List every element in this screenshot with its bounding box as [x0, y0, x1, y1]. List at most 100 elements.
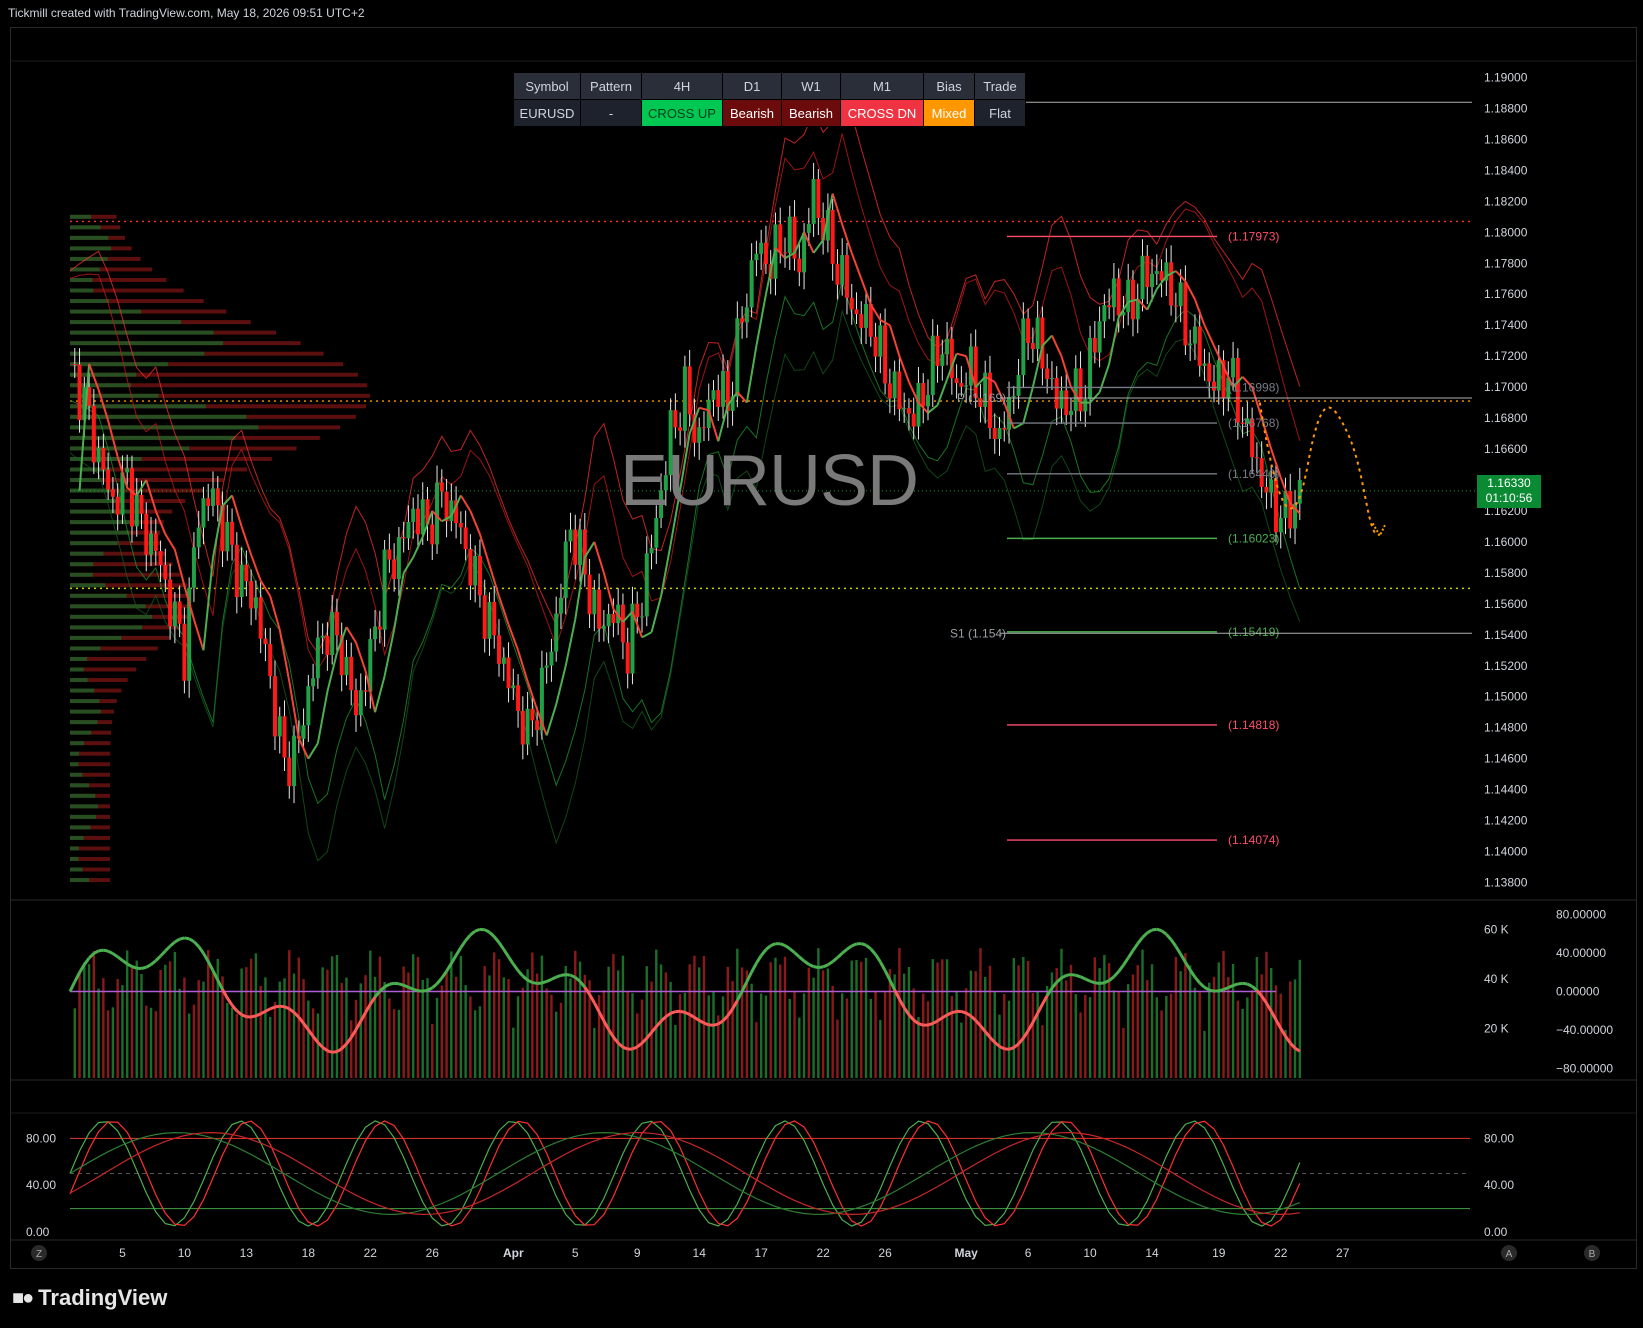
price-axis-tick: 1.17000: [1484, 380, 1528, 394]
volume-profile-bar: [70, 235, 109, 240]
oscillator-segment: [1070, 973, 1076, 977]
candle-body: [1207, 363, 1212, 382]
volume-bar: [926, 1001, 930, 1078]
oscillator-segment: [822, 963, 829, 969]
price-axis-tick: 1.17200: [1484, 349, 1528, 363]
candle-body: [1231, 357, 1236, 378]
status-table: Symbol Pattern 4H D1 W1 M1 Bias Trade EURUSD - CR…: [513, 72, 1026, 127]
volume-bar: [826, 968, 830, 1078]
volume-bar: [1131, 974, 1135, 1078]
chart-canvas[interactable]: 1.19000 1.18800 1.18600 1.18400 1.18200 1.180…: [0, 0, 1643, 1328]
candle-body: [1049, 378, 1054, 380]
volume-bar: [1155, 997, 1158, 1078]
moving-average-segment: [460, 494, 472, 512]
candle-body: [406, 521, 411, 539]
volume-bar: [1065, 980, 1068, 1078]
candle-body: [649, 547, 654, 554]
moving-average-segment: [545, 704, 558, 736]
oscillator-segment: [784, 944, 791, 950]
oscillator-segment: [1136, 936, 1144, 945]
volume-profile-bar: [70, 804, 98, 809]
volume-profile-bar: [70, 530, 130, 535]
candle-body: [835, 263, 840, 285]
candle-body: [587, 574, 592, 615]
candle-body: [544, 665, 549, 668]
candle-body: [191, 547, 196, 588]
candle-body: [153, 533, 158, 552]
volume-bar: [464, 985, 467, 1078]
candle-body: [349, 656, 354, 691]
candle-body: [783, 252, 787, 254]
time-axis-tick: Apr: [503, 1246, 524, 1260]
oscillator-segment: [788, 947, 796, 954]
volume-bar: [421, 980, 424, 1078]
candle-body: [644, 553, 649, 617]
oscillator-segment: [431, 982, 439, 990]
oscillator-segment: [770, 942, 777, 948]
price-axis-tick: 1.18600: [1484, 132, 1528, 146]
price-axis-tick: 1.14600: [1484, 752, 1528, 766]
candle-body: [501, 657, 506, 664]
oscillator-segment: [507, 955, 515, 965]
oscillator-segment: [798, 955, 806, 963]
volume-profile-bar: [70, 425, 259, 430]
volume-bar: [855, 960, 858, 1078]
volume-axis-tick: 20 K: [1484, 1022, 1509, 1036]
candle-body: [139, 494, 144, 514]
volume-bar: [845, 998, 849, 1078]
candle-body: [1202, 363, 1207, 366]
stochastic-axis-tick-right: 0.00: [1484, 1225, 1508, 1239]
candle-body: [1035, 317, 1040, 350]
oscillator-segment: [565, 973, 571, 977]
oscillator-segment: [1193, 976, 1201, 984]
moving-average-segment: [173, 549, 186, 587]
moving-average-segment: [355, 642, 367, 672]
current-price: 1.16330: [1487, 476, 1531, 490]
candle-body: [1183, 282, 1188, 346]
price-axis-tick: 1.14200: [1484, 814, 1528, 828]
tradingview-logo-icon: ■●: [12, 1286, 34, 1309]
price-axis-tick: 1.18800: [1484, 101, 1528, 115]
volume-bar: [574, 950, 577, 1078]
oscillator-segment: [1246, 982, 1253, 988]
candle-body: [77, 364, 82, 421]
oscillator-segment: [679, 1009, 686, 1014]
oscillator-segment: [813, 965, 819, 969]
tradingview-logo[interactable]: ■● TradingView: [12, 1285, 167, 1311]
volume-bar: [626, 991, 629, 1078]
volume-bar: [264, 977, 267, 1078]
oscillator-segment: [759, 948, 768, 957]
candle-body: [711, 390, 716, 400]
candle-body: [620, 604, 625, 643]
current-price-badge[interactable]: 1.16330 01:10:56: [1477, 475, 1541, 508]
oscillator-segment: [1232, 982, 1239, 987]
candle-body: [244, 564, 249, 582]
oscillator-segment: [422, 988, 428, 993]
candle-body: [1026, 318, 1031, 344]
candle-body: [1092, 337, 1097, 353]
volume-bar: [178, 988, 181, 1078]
volume-bar: [969, 970, 973, 1078]
moving-average-segment: [383, 629, 396, 677]
price-axis-tick: 1.18400: [1484, 163, 1528, 177]
candle-body: [1169, 262, 1174, 306]
price-axis-tick: 1.15000: [1484, 690, 1528, 704]
volume-bar: [445, 972, 448, 1078]
candle-body: [716, 390, 721, 407]
stochastic-axis-tick-left: 40.00: [26, 1178, 56, 1192]
volume-bar: [912, 988, 915, 1078]
oscillator-axis-tick: 0.00000: [1556, 985, 1600, 999]
candle-body: [558, 597, 563, 614]
pivot-label: P (1.169): [957, 391, 1006, 405]
volume-bar: [469, 996, 472, 1078]
volume-bar: [564, 965, 567, 1078]
volume-bar: [259, 985, 262, 1078]
status-header-cell: Trade: [974, 72, 1026, 100]
oscillator-segment: [1146, 928, 1153, 935]
candle-body: [1064, 390, 1069, 416]
candle-body: [1021, 318, 1026, 376]
candle-body: [163, 565, 168, 580]
volume-bar: [774, 957, 777, 1078]
volume-bar: [860, 961, 863, 1078]
candle-body: [763, 242, 768, 265]
